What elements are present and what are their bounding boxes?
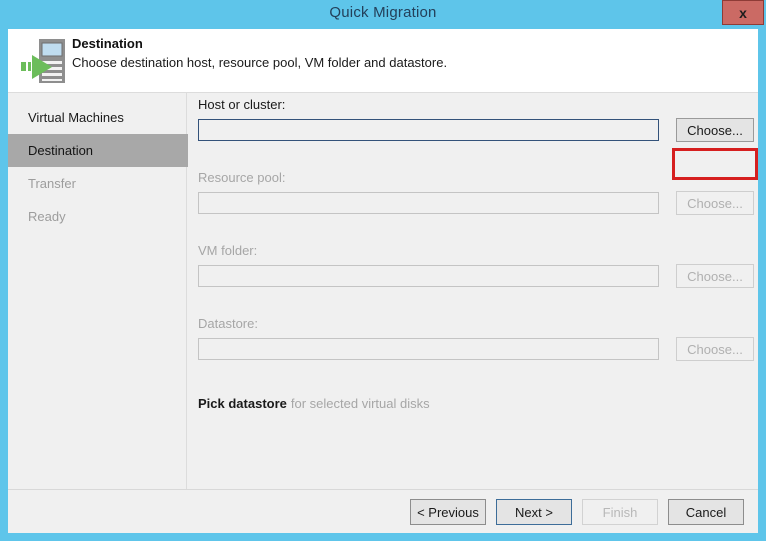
datastore-label: Datastore: bbox=[198, 316, 258, 331]
resource-pool-label: Resource pool: bbox=[198, 170, 286, 185]
vm-folder-label: VM folder: bbox=[198, 243, 258, 258]
choose-host-button[interactable]: Choose... bbox=[676, 118, 754, 142]
close-icon[interactable]: x bbox=[722, 0, 764, 25]
quick-migration-dialog-window: Quick Migration x Destination Choose des… bbox=[0, 0, 766, 541]
sidebar-item-label: Ready bbox=[28, 209, 66, 224]
host-or-cluster-input[interactable] bbox=[198, 119, 659, 141]
previous-button[interactable]: < Previous bbox=[410, 499, 486, 525]
choose-vm-folder-button[interactable]: Choose... bbox=[676, 264, 754, 288]
page-subtitle: Choose destination host, resource pool, … bbox=[72, 55, 448, 70]
wizard-header: Destination Choose destination host, res… bbox=[8, 29, 758, 93]
sidebar-item-label: Virtual Machines bbox=[28, 110, 124, 125]
wizard-steps-sidebar: Virtual Machines Destination Transfer Re… bbox=[8, 93, 194, 489]
dialog-footer: < Previous Next > Finish Cancel bbox=[8, 489, 758, 533]
page-title: Destination bbox=[72, 36, 143, 51]
host-or-cluster-label: Host or cluster: bbox=[198, 97, 286, 112]
choose-resource-pool-button[interactable]: Choose... bbox=[676, 191, 754, 215]
finish-button[interactable]: Finish bbox=[582, 499, 658, 525]
sidebar-item-label: Transfer bbox=[28, 176, 76, 191]
destination-form: Host or cluster: Choose... Resource pool… bbox=[188, 93, 758, 489]
sidebar-item-ready[interactable]: Ready bbox=[8, 200, 187, 233]
window-title: Quick Migration bbox=[329, 4, 437, 21]
dialog-body: Destination Choose destination host, res… bbox=[8, 29, 758, 533]
pick-datastore-row: Pick datastore for selected virtual disks bbox=[198, 396, 430, 411]
pick-datastore-suffix: for selected virtual disks bbox=[290, 396, 430, 411]
sidebar-item-virtual-machines[interactable]: Virtual Machines bbox=[8, 101, 187, 134]
datastore-input[interactable] bbox=[198, 338, 659, 360]
vm-folder-input[interactable] bbox=[198, 265, 659, 287]
sidebar-item-destination[interactable]: Destination bbox=[8, 134, 194, 167]
sidebar-item-transfer[interactable]: Transfer bbox=[8, 167, 187, 200]
title-bar: Quick Migration x bbox=[0, 0, 766, 29]
next-button[interactable]: Next > bbox=[496, 499, 572, 525]
resource-pool-input[interactable] bbox=[198, 192, 659, 214]
choose-datastore-button[interactable]: Choose... bbox=[676, 337, 754, 361]
pick-datastore-link[interactable]: Pick datastore bbox=[198, 396, 287, 411]
server-migration-icon bbox=[20, 36, 72, 86]
cancel-button[interactable]: Cancel bbox=[668, 499, 744, 525]
sidebar-item-label: Destination bbox=[28, 143, 94, 158]
